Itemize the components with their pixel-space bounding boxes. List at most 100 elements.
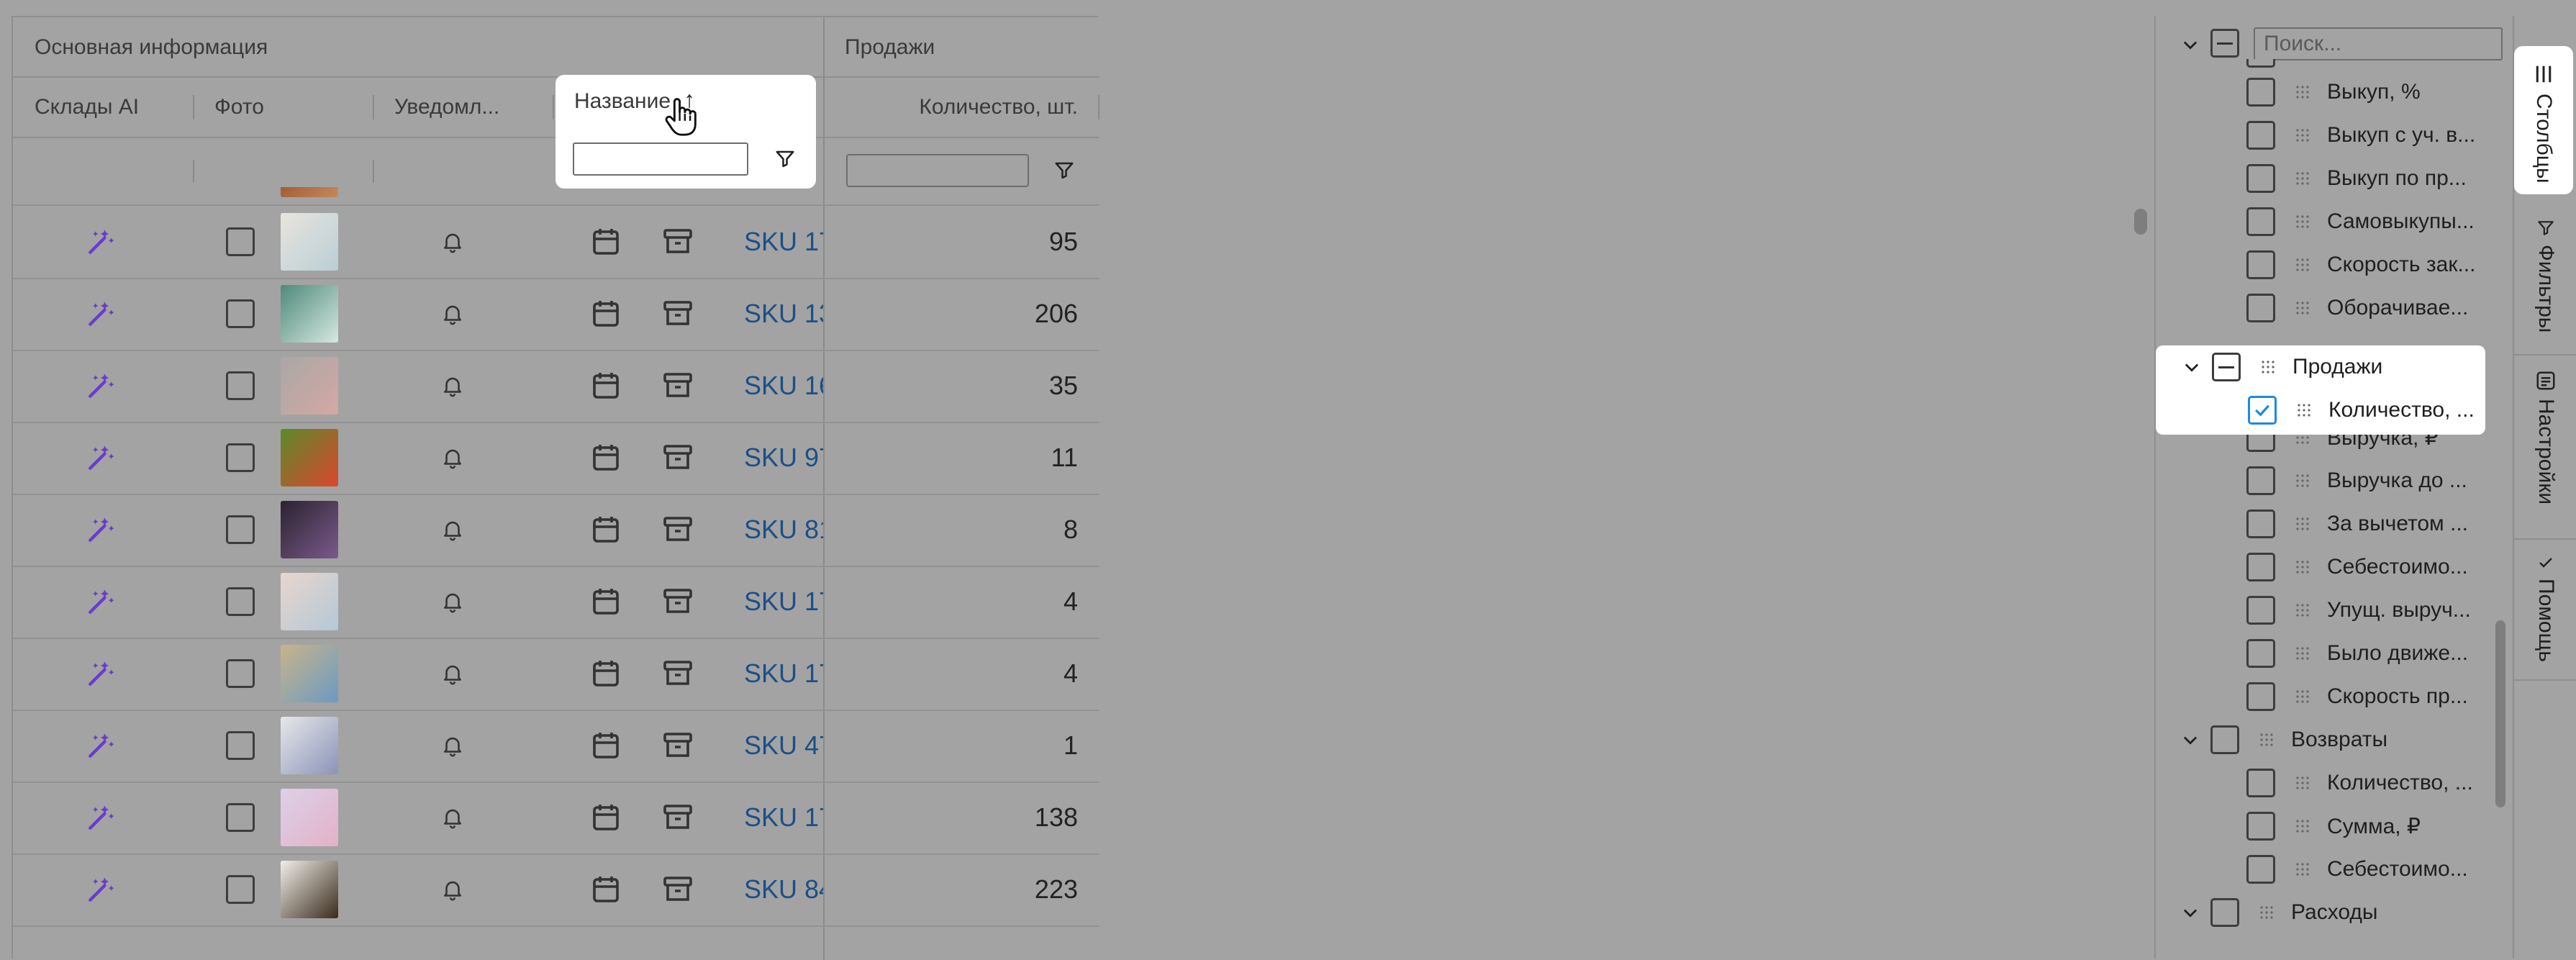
tree-item[interactable]: Скорость пр... [2246,675,2468,718]
photo-cell[interactable] [281,782,338,853]
archive-cell[interactable] [661,853,695,925]
drag-handle-icon[interactable] [2294,602,2311,619]
drag-handle-icon[interactable] [2294,299,2311,317]
bell-icon[interactable] [440,877,465,902]
archive-cell[interactable] [661,566,695,638]
row-select-cell[interactable] [226,494,255,566]
bell-icon[interactable] [440,589,465,614]
table-row[interactable]: SKU 13 37 [13,187,1099,206]
calendar-icon[interactable] [589,656,623,691]
ai-cell[interactable] [85,278,128,350]
ai-magic-wand-icon[interactable] [85,730,117,761]
archive-icon[interactable] [661,512,695,547]
sku-link[interactable]: SKU 13 [744,187,823,204]
table-row[interactable]: SKU 81 8 [13,494,1099,567]
ai-cell[interactable] [13,187,45,204]
archive-cell[interactable] [661,278,695,350]
row-checkbox[interactable] [226,803,255,832]
product-photo[interactable] [281,573,338,630]
photo-cell[interactable] [281,494,338,566]
drag-handle-icon[interactable] [2294,213,2311,230]
column-checkbox[interactable] [2246,553,2275,581]
row-select-cell[interactable] [226,422,255,494]
column-checkbox[interactable] [2246,769,2275,797]
calendar-cell[interactable] [589,278,623,350]
chevron-down-icon[interactable] [2180,35,2200,55]
drag-handle-icon[interactable] [2259,358,2277,376]
tab-help[interactable]: Помощь [2514,538,2576,681]
product-photo[interactable] [281,645,338,702]
table-row[interactable]: SKU 13 206 [13,278,1099,351]
tree-item[interactable]: Упущ. выруч... [2246,589,2471,632]
archive-icon[interactable] [661,800,695,835]
notification-cell[interactable] [440,566,465,638]
group-checkbox-indeterminate[interactable] [2212,353,2241,381]
bell-icon[interactable] [440,302,465,326]
row-checkbox[interactable] [226,731,255,760]
bell-icon[interactable] [440,733,465,758]
notification-cell[interactable] [440,638,465,710]
sku-link[interactable]: SKU 17 [744,638,823,710]
row-checkbox[interactable] [226,659,255,688]
calendar-icon[interactable] [589,584,623,619]
tree-item[interactable]: Самовыкупы... [2246,200,2475,243]
drag-handle-icon[interactable] [2294,127,2311,144]
column-checkbox[interactable] [2246,812,2275,841]
archive-cell[interactable] [661,187,695,204]
calendar-cell[interactable] [589,187,623,204]
archive-icon[interactable] [661,225,695,259]
archive-icon[interactable] [661,368,695,403]
row-select-cell[interactable] [226,206,255,278]
photo-cell[interactable] [281,350,338,422]
notification-cell[interactable] [440,278,465,350]
sku-link[interactable]: SKU 16 [744,350,823,422]
table-row[interactable]: SKU 17 138 [13,782,1099,855]
archive-cell[interactable] [661,206,695,278]
bell-icon[interactable] [440,805,465,830]
tree-item[interactable]: Выручка до ... [2246,459,2467,502]
archive-cell[interactable] [661,782,695,853]
column-checkbox[interactable] [2246,682,2275,711]
ai-cell[interactable] [85,710,128,782]
ai-cell[interactable] [85,422,128,494]
archive-icon[interactable] [661,296,695,331]
tree-item[interactable]: Было движе... [2246,632,2468,675]
ai-magic-wand-icon[interactable] [85,442,117,474]
drag-handle-icon[interactable] [2295,402,2313,419]
photo-cell[interactable] [281,187,338,204]
tree-item[interactable]: Скорость зак... [2246,243,2475,286]
archive-icon[interactable] [661,584,695,619]
tree-group[interactable]: Возвраты [2180,718,2387,761]
calendar-icon[interactable] [589,512,623,547]
calendar-cell[interactable] [589,782,623,853]
column-checkbox-checked[interactable] [2248,396,2277,425]
ai-magic-wand-icon[interactable] [85,370,117,402]
row-select-cell[interactable] [226,350,255,422]
notification-cell[interactable] [440,422,465,494]
row-select-cell[interactable] [226,782,255,853]
table-row[interactable]: SKU 47 1 [13,710,1099,783]
tree-group[interactable]: Продажи [2182,345,2382,389]
drag-handle-icon[interactable] [2294,472,2311,489]
archive-cell[interactable] [661,422,695,494]
ai-cell[interactable] [85,494,128,566]
filter-icon[interactable] [774,148,796,170]
product-photo[interactable] [281,357,338,415]
sku-link[interactable]: SKU 17 [744,782,823,853]
tree-item[interactable]: Сумма, ₽ [2246,805,2421,848]
column-checkbox[interactable] [2246,250,2275,279]
tab-filters[interactable]: Фильтры [2514,203,2576,356]
row-select-cell[interactable] [226,710,255,782]
drag-handle-icon[interactable] [2294,83,2311,101]
row-select-cell[interactable] [226,566,255,638]
calendar-icon[interactable] [589,368,623,403]
drag-handle-icon[interactable] [2294,256,2311,273]
tree-item[interactable]: Себестоимо... [2246,545,2468,589]
notification-cell[interactable] [440,782,465,853]
tree-item[interactable]: За вычетом ... [2246,502,2468,545]
chevron-down-icon[interactable] [2180,902,2200,923]
ai-cell[interactable] [85,853,128,925]
filter-icon[interactable] [1053,160,1075,181]
drag-handle-icon[interactable] [2294,645,2311,662]
grid-scrollbar-thumb[interactable] [2134,209,2147,235]
